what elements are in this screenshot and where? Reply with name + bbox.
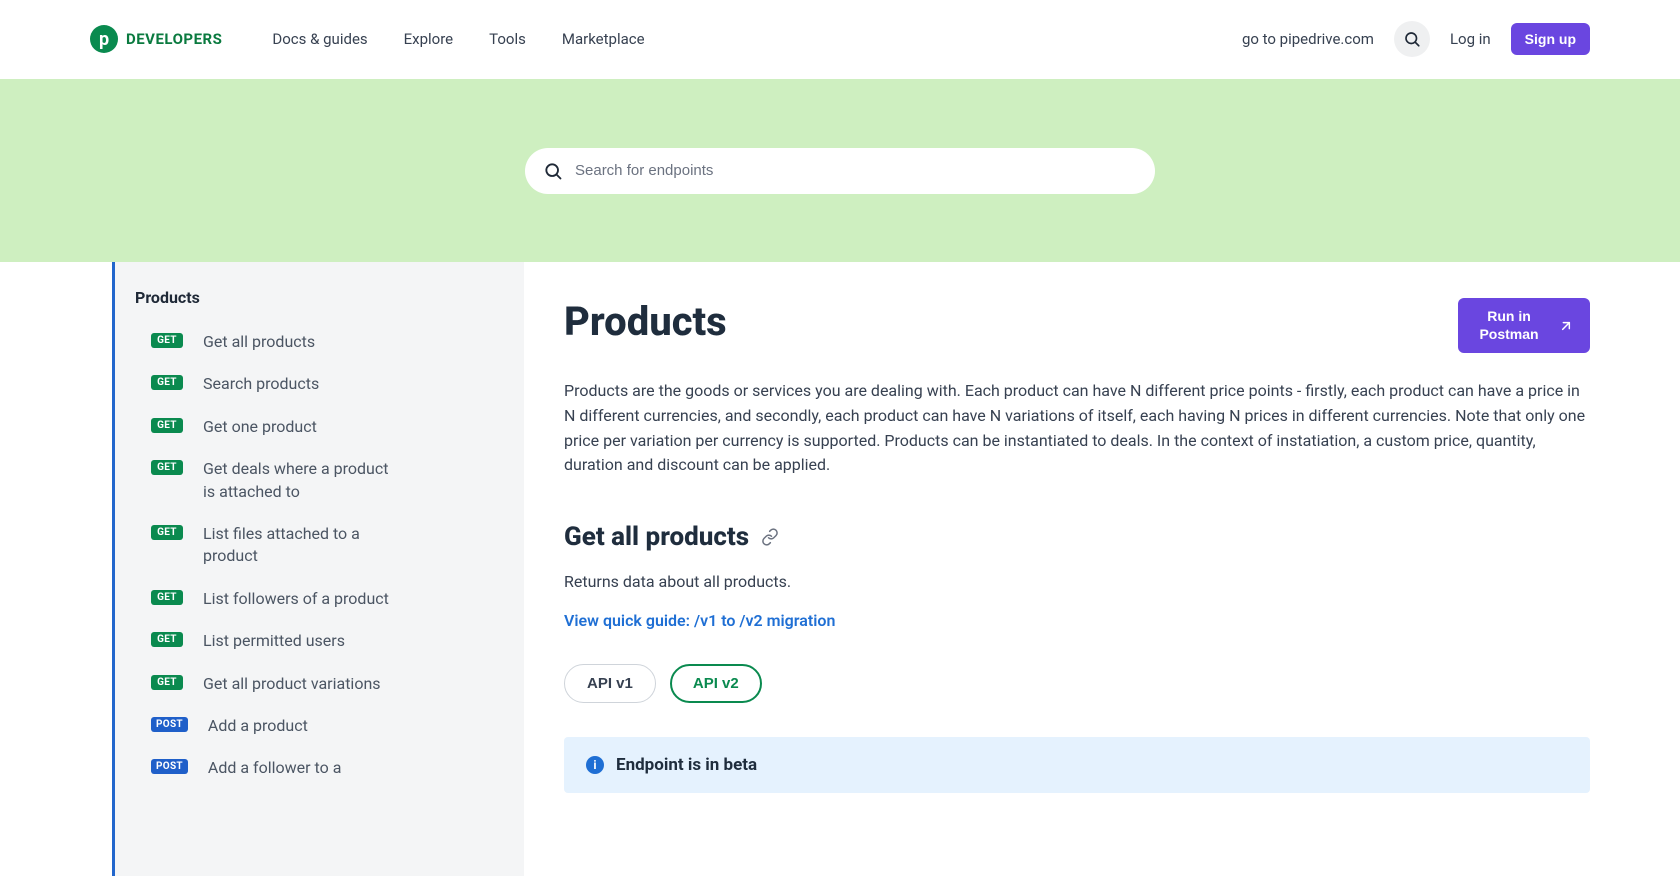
method-badge: POST [151, 717, 188, 732]
nav-docs[interactable]: Docs & guides [272, 30, 367, 48]
login-link[interactable]: Log in [1450, 30, 1491, 48]
sidebar-item-list-files[interactable]: GET List files attached to a product [135, 515, 504, 576]
section-title: Get all products [564, 522, 749, 552]
method-badge: GET [151, 460, 183, 475]
logo-icon: p [90, 25, 118, 53]
sidebar-item-label: Get one product [203, 416, 317, 438]
page-description: Products are the goods or services you a… [564, 379, 1590, 478]
search-icon [543, 161, 563, 181]
sidebar-item-search-products[interactable]: GET Search products [135, 365, 504, 403]
hero-search [0, 79, 1680, 262]
sidebar-item-list-permitted[interactable]: GET List permitted users [135, 622, 504, 660]
beta-text: Endpoint is in beta [616, 755, 757, 775]
method-badge: GET [151, 632, 183, 647]
method-badge: POST [151, 759, 188, 774]
main-content: Products Run in Postman Products are the… [524, 262, 1680, 876]
sidebar-item-get-one-product[interactable]: GET Get one product [135, 408, 504, 446]
sidebar-item-label: Add a product [208, 715, 308, 737]
tab-api-v2[interactable]: API v2 [670, 664, 762, 703]
sidebar-item-list-followers[interactable]: GET List followers of a product [135, 580, 504, 618]
primary-nav: Docs & guides Explore Tools Marketplace [272, 30, 644, 48]
api-version-tabs: API v1 API v2 [564, 664, 1590, 703]
search-input[interactable] [575, 162, 1137, 179]
method-badge: GET [151, 333, 183, 348]
title-row: Products Run in Postman [564, 298, 1590, 353]
sidebar-item-label: List files attached to a product [203, 523, 403, 568]
sidebar-item-label: List followers of a product [203, 588, 389, 610]
section-description: Returns data about all products. [564, 572, 1590, 591]
nav-tools[interactable]: Tools [489, 30, 526, 48]
endpoint-search-bar[interactable] [525, 148, 1155, 194]
header-search-button[interactable] [1394, 21, 1430, 57]
body: Products GET Get all products GET Search… [0, 262, 1680, 876]
migration-guide-link[interactable]: View quick guide: /v1 to /v2 migration [564, 611, 835, 630]
run-in-postman-button[interactable]: Run in Postman [1458, 298, 1590, 353]
section-head: Get all products [564, 522, 1590, 552]
logo[interactable]: p DEVELOPERS [90, 25, 222, 53]
info-icon: i [586, 756, 604, 774]
external-link-icon [1558, 318, 1574, 334]
header-left: p DEVELOPERS Docs & guides Explore Tools… [90, 25, 645, 53]
beta-banner: i Endpoint is in beta [564, 737, 1590, 793]
sidebar-item-label: Get all products [203, 331, 315, 353]
sidebar-item-label: Add a follower to a [208, 757, 342, 779]
sidebar-item-add-follower[interactable]: POST Add a follower to a [135, 749, 504, 787]
sidebar-item-get-all-products[interactable]: GET Get all products [135, 323, 504, 361]
header-right: go to pipedrive.com Log in Sign up [1242, 21, 1590, 57]
sidebar-item-add-product[interactable]: POST Add a product [135, 707, 504, 745]
sidebar: Products GET Get all products GET Search… [112, 262, 524, 876]
method-badge: GET [151, 418, 183, 433]
tab-api-v1[interactable]: API v1 [564, 664, 656, 703]
sidebar-item-get-deals[interactable]: GET Get deals where a product is attache… [135, 450, 504, 511]
page-title: Products [564, 298, 727, 345]
logo-text: DEVELOPERS [126, 30, 222, 48]
search-icon [1403, 30, 1421, 48]
sidebar-item-label: Get all product variations [203, 673, 381, 695]
goto-pipedrive-link[interactable]: go to pipedrive.com [1242, 30, 1374, 48]
signup-button[interactable]: Sign up [1511, 23, 1590, 55]
anchor-link-icon[interactable] [761, 528, 779, 546]
header: p DEVELOPERS Docs & guides Explore Tools… [0, 0, 1680, 79]
sidebar-item-label: Search products [203, 373, 319, 395]
method-badge: GET [151, 525, 183, 540]
nav-marketplace[interactable]: Marketplace [562, 30, 645, 48]
postman-label: Run in Postman [1474, 308, 1544, 343]
sidebar-item-label: List permitted users [203, 630, 345, 652]
sidebar-item-label: Get deals where a product is attached to [203, 458, 403, 503]
method-badge: GET [151, 590, 183, 605]
sidebar-item-get-variations[interactable]: GET Get all product variations [135, 665, 504, 703]
method-badge: GET [151, 675, 183, 690]
nav-explore[interactable]: Explore [404, 30, 454, 48]
method-badge: GET [151, 375, 183, 390]
sidebar-title: Products [135, 288, 504, 307]
sidebar-list: GET Get all products GET Search products… [135, 323, 504, 788]
